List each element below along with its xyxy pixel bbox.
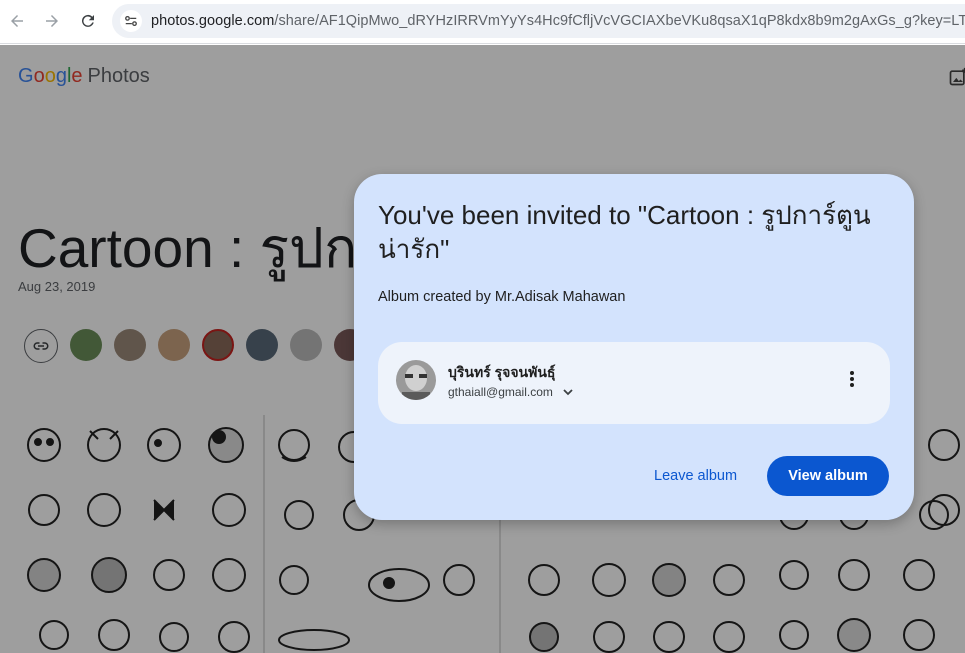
account-card: บุรินทร์ รุจจนพันธุ์ gthaiall@gmail.com <box>378 342 890 424</box>
reload-icon <box>81 14 94 27</box>
url-path: /share/AF1QipMwo_dRYHzIRRVmYyYs4Hc9fCflj… <box>274 13 965 29</box>
account-avatar <box>396 360 436 400</box>
browser-toolbar: photos.google.com/share/AF1QipMwo_dRYHzI… <box>0 0 965 44</box>
url-text: photos.google.com/share/AF1QipMwo_dRYHzI… <box>151 13 965 29</box>
back-icon <box>11 15 23 27</box>
account-email[interactable]: gthaiall@gmail.com <box>448 385 553 399</box>
leave-album-button[interactable]: Leave album <box>642 458 749 494</box>
dialog-title: You've been invited to "Cartoon : รูปการ… <box>378 200 871 264</box>
chevron-down-icon[interactable] <box>562 386 574 398</box>
more-vert-icon <box>850 371 854 387</box>
view-album-button[interactable]: View album <box>767 456 889 496</box>
site-settings-icon[interactable] <box>120 10 142 32</box>
address-bar[interactable]: photos.google.com/share/AF1QipMwo_dRYHzI… <box>112 4 965 38</box>
url-host: photos.google.com <box>151 13 275 29</box>
back-button[interactable] <box>2 6 32 36</box>
forward-icon <box>46 15 58 27</box>
account-more-button[interactable] <box>838 365 866 393</box>
reload-button[interactable] <box>73 6 103 36</box>
invite-dialog: You've been invited to "Cartoon : รูปการ… <box>354 174 914 520</box>
dialog-subtitle: Album created by Mr.Adisak Mahawan <box>378 289 626 305</box>
account-name: บุรินทร์ รุจจนพันธุ์ <box>448 364 556 380</box>
forward-button[interactable] <box>37 6 67 36</box>
